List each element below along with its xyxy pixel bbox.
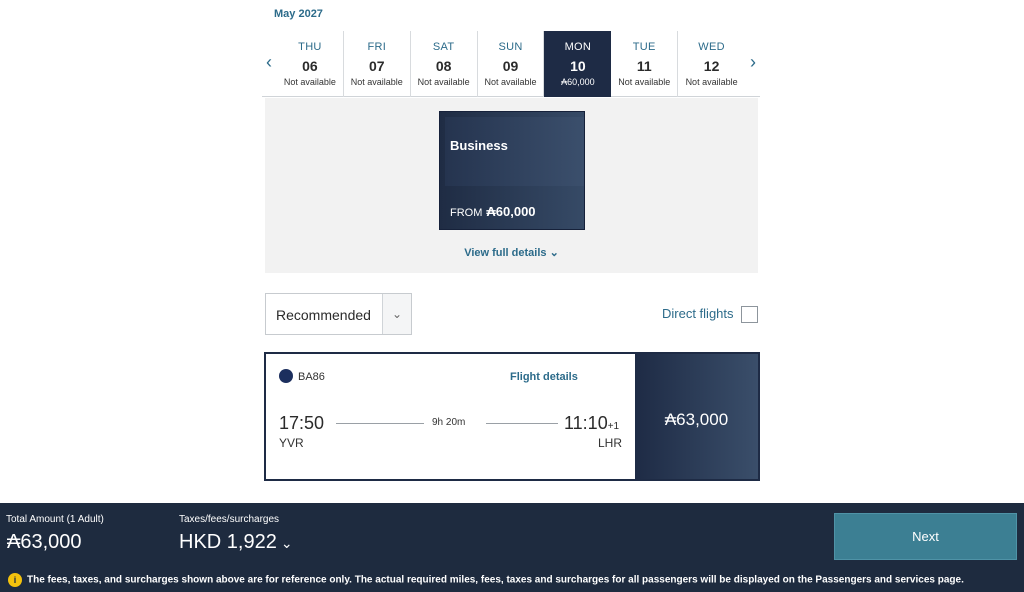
day-of-week: SUN — [498, 41, 523, 53]
day-number: 07 — [369, 58, 385, 74]
date-thu-06[interactable]: THU 06 Not available — [277, 31, 344, 97]
date-list: THU 06 Not available FRI 07 Not availabl… — [277, 31, 745, 97]
direct-flights-label: Direct flights — [662, 306, 734, 321]
flight-price: ₳63,000 — [664, 410, 729, 429]
date-sun-09[interactable]: SUN 09 Not available — [478, 31, 545, 97]
day-availability: Not available — [484, 77, 537, 87]
day-availability: Not available — [618, 77, 671, 87]
taxes-value: HKD 1,922 — [179, 531, 277, 553]
info-icon: i — [8, 573, 22, 587]
chevron-down-icon: ⌄ — [280, 535, 293, 551]
day-number: 10 — [570, 58, 586, 74]
from-label: FROM — [450, 207, 483, 219]
date-fri-07[interactable]: FRI 07 Not available — [344, 31, 411, 97]
sort-select[interactable]: Recommended ⌄ — [265, 293, 412, 335]
flight-price-button[interactable]: ₳63,000 — [635, 354, 758, 479]
fees-notice-text: The fees, taxes, and surcharges shown ab… — [27, 574, 964, 586]
fees-notice: i The fees, taxes, and surcharges shown a… — [8, 573, 964, 587]
airline-logo-icon — [279, 369, 293, 383]
day-availability: Not available — [685, 77, 738, 87]
flight-selection-page: May 2027 ‹ THU 06 Not available FRI 07 N… — [0, 0, 1024, 592]
chevron-right-icon[interactable]: › — [746, 53, 760, 71]
day-availability: Not available — [350, 77, 403, 87]
day-of-week: TUE — [632, 41, 656, 53]
departure-time: 17:50 — [279, 413, 325, 433]
date-strip: ‹ THU 06 Not available FRI 07 Not availa… — [262, 31, 760, 97]
date-wed-12[interactable]: WED 12 Not available — [678, 31, 745, 97]
cabin-from-price: FROM ₳60,000 — [450, 204, 536, 219]
day-number: 09 — [502, 58, 519, 74]
flight-duration: 9h 20m — [432, 417, 466, 428]
day-price: ₳60,000 — [561, 77, 595, 87]
direct-flights-checkbox[interactable] — [741, 306, 758, 323]
chevron-down-icon: ⌄ — [382, 294, 411, 334]
date-mon-10-selected[interactable]: MON 10 ₳60,000 — [544, 31, 612, 97]
cabin-panel: Business FROM ₳60,000 View full details ⌄ — [265, 98, 758, 273]
total-amount-value: ₳63,000 — [7, 531, 82, 553]
taxes-label: Taxes/fees/surcharges — [179, 514, 280, 525]
route-line — [336, 423, 424, 424]
day-number: 11 — [636, 58, 652, 74]
business-cabin-card[interactable]: Business FROM ₳60,000 — [439, 111, 585, 230]
day-number: 06 — [302, 58, 318, 74]
day-availability: Not available — [283, 77, 336, 87]
footer-summary-bar: Total Amount (1 Adult) ₳63,000 Taxes/fee… — [0, 503, 1024, 592]
date-sat-08[interactable]: SAT 08 Not available — [411, 31, 478, 97]
month-label: May 2027 — [274, 8, 323, 20]
date-tue-11[interactable]: TUE 11 Not available — [611, 31, 679, 97]
from-price: ₳60,000 — [486, 204, 536, 219]
arrival-time: 11:10 — [564, 413, 608, 433]
departure-airport: YVR — [279, 436, 304, 450]
flight-number: BA86 — [298, 371, 325, 383]
arrival-day-offset: +1 — [607, 421, 620, 432]
next-button[interactable]: Next — [834, 513, 1017, 560]
view-full-details-link[interactable]: View full details ⌄ — [265, 246, 758, 259]
day-of-week: WED — [698, 41, 725, 53]
day-number: 08 — [435, 58, 452, 74]
flight-details-link[interactable]: Flight details — [510, 371, 578, 383]
chevron-down-icon: ⌄ — [549, 247, 559, 259]
total-amount-label: Total Amount (1 Adult) — [6, 514, 104, 525]
taxes-value-toggle[interactable]: HKD 1,922 ⌄ — [179, 531, 293, 554]
day-of-week: FRI — [367, 41, 387, 53]
view-details-label: View full details — [464, 247, 547, 259]
day-of-week: SAT — [432, 41, 455, 53]
arrival-time-wrapper: 11:10+1 — [564, 413, 619, 434]
sort-value: Recommended — [276, 307, 371, 323]
flight-card[interactable]: BA86 Flight details 17:50 9h 20m 11:10+1… — [264, 352, 760, 481]
route-line — [486, 423, 558, 424]
day-of-week: MON — [564, 41, 592, 53]
arrival-airport: LHR — [598, 436, 623, 450]
chevron-left-icon[interactable]: ‹ — [262, 53, 276, 71]
day-of-week: THU — [298, 41, 322, 53]
cabin-name: Business — [450, 138, 508, 153]
day-number: 12 — [703, 58, 720, 74]
day-availability: Not available — [417, 77, 470, 87]
